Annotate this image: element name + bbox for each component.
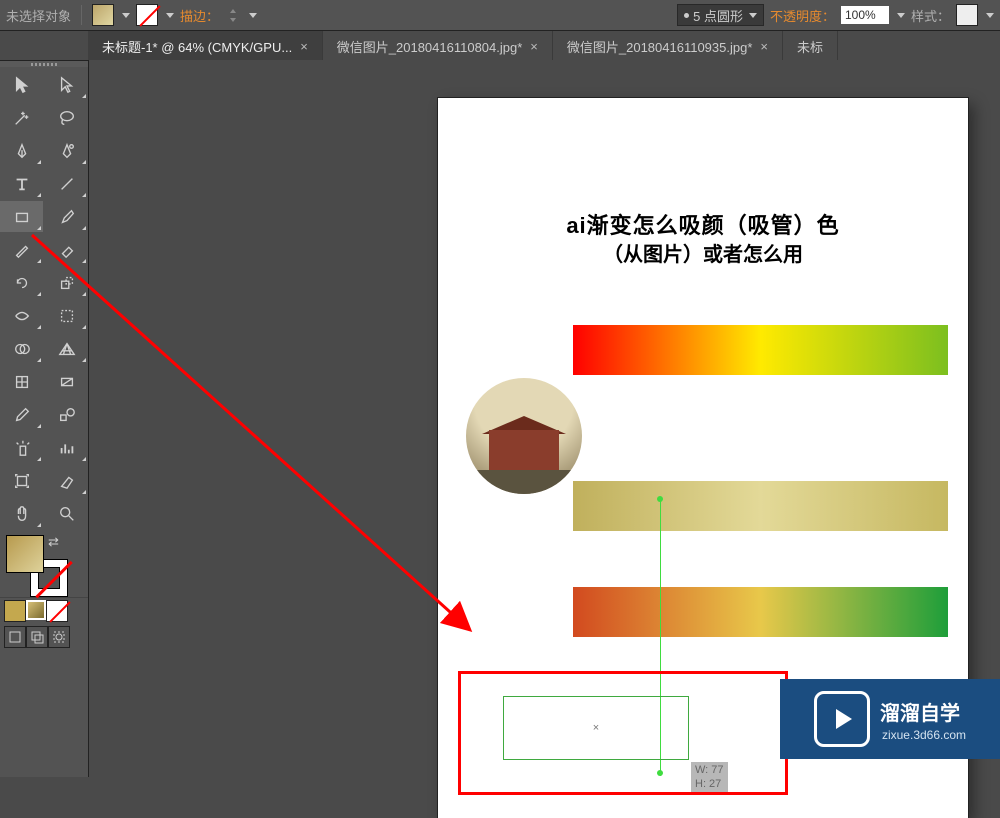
stroke-profile-select[interactable]: 5 点圆形 (677, 4, 764, 26)
opacity-dropdown-icon[interactable] (897, 13, 905, 18)
gradient-bar-1[interactable] (573, 325, 948, 375)
swap-fill-stroke-icon[interactable]: ⇄ (48, 534, 59, 550)
fill-stroke-control[interactable]: ⇄ (0, 531, 88, 597)
no-selection-label: 未选择对象 (6, 6, 71, 25)
dimension-height: H: 27 (695, 777, 724, 791)
tab-doc-2[interactable]: 微信图片_20180416110804.jpg* × (323, 31, 553, 61)
gradient-bar-2[interactable] (573, 481, 948, 531)
stroke-swatch[interactable] (136, 4, 158, 26)
lasso-tool[interactable] (45, 102, 88, 133)
type-tool[interactable] (0, 168, 43, 199)
stroke-weight-dropdown-icon[interactable] (249, 13, 257, 18)
drawing-rectangle[interactable]: × (503, 696, 689, 760)
dimension-hint: W: 77 H: 27 (691, 762, 728, 792)
fill-color-swatch[interactable] (6, 535, 44, 573)
color-mode-row (0, 597, 88, 624)
hand-tool[interactable] (0, 498, 43, 529)
stroke-dropdown-icon[interactable] (166, 13, 174, 18)
tab-close-icon[interactable]: × (300, 39, 308, 54)
scale-tool[interactable] (45, 267, 88, 298)
style-dropdown-icon[interactable] (986, 13, 994, 18)
workspace: ai渐变怎么吸颜（吸管）色 （从图片）或者怎么用 × W: 77 H: 27 (0, 60, 1000, 777)
width-tool[interactable] (0, 300, 43, 331)
tab-close-icon[interactable]: × (760, 39, 768, 54)
fill-swatch[interactable] (92, 4, 114, 26)
tab-close-icon[interactable]: × (530, 39, 538, 54)
tab-doc-1[interactable]: 未标题-1* @ 64% (CMYK/GPU... × (88, 31, 323, 61)
selection-tool[interactable] (0, 69, 43, 100)
tab-label: 微信图片_20180416110804.jpg* (337, 37, 523, 56)
pen-tool[interactable] (0, 135, 43, 166)
play-icon (814, 691, 870, 747)
curvature-tool[interactable] (45, 135, 88, 166)
tab-doc-4[interactable]: 未标 (783, 31, 838, 61)
draw-normal[interactable] (4, 626, 26, 648)
pencil-tool[interactable] (0, 234, 43, 265)
tab-label: 微信图片_20180416110935.jpg* (567, 37, 753, 56)
watermark-brand: 溜溜自学 (880, 697, 966, 726)
direct-selection-tool[interactable] (45, 69, 88, 100)
stroke-profile-dropdown-icon (749, 13, 757, 18)
opacity-label[interactable]: 不透明度： (770, 6, 835, 25)
opacity-input[interactable]: 100% (841, 6, 889, 24)
control-bar: 未选择对象 描边： 5 点圆形 不透明度： 100% 样式： (0, 0, 1000, 31)
style-label: 样式： (911, 6, 950, 25)
canvas-area[interactable]: ai渐变怎么吸颜（吸管）色 （从图片）或者怎么用 × W: 77 H: 27 (88, 60, 1000, 777)
separator (81, 5, 82, 25)
rectangle-tool[interactable] (0, 201, 43, 232)
opacity-value: 100% (845, 8, 876, 22)
tab-label: 未标题-1* @ 64% (CMYK/GPU... (102, 37, 292, 56)
eyedropper-tool[interactable] (0, 399, 43, 430)
stroke-label[interactable]: 描边： (180, 6, 219, 25)
line-segment-tool[interactable] (45, 168, 88, 199)
artwork-title-line2: （从图片）或者怎么用 (438, 238, 968, 267)
rect-center-marker-icon: × (593, 722, 599, 734)
stroke-profile-label: 5 点圆形 (693, 6, 743, 25)
draw-mode-row (0, 624, 88, 650)
gradient-tool[interactable] (45, 366, 88, 397)
magic-wand-tool[interactable] (0, 102, 43, 133)
column-graph-tool[interactable] (45, 432, 88, 463)
symbol-sprayer-tool[interactable] (0, 432, 43, 463)
artwork-title-line1: ai渐变怎么吸颜（吸管）色 (438, 208, 968, 240)
gradient-bar-3[interactable] (573, 587, 948, 637)
fill-dropdown-icon[interactable] (122, 13, 130, 18)
color-mode-gradient[interactable] (26, 600, 46, 620)
draw-inside[interactable] (48, 626, 70, 648)
blend-tool[interactable] (45, 399, 88, 430)
slice-tool[interactable] (45, 465, 88, 496)
color-mode-solid[interactable] (4, 600, 26, 622)
style-swatch[interactable] (956, 4, 978, 26)
dimension-width: W: 77 (695, 763, 724, 777)
mesh-tool[interactable] (0, 366, 43, 397)
shape-builder-tool[interactable] (0, 333, 43, 364)
color-mode-none[interactable] (46, 600, 68, 622)
stroke-weight-stepper[interactable] (225, 6, 241, 24)
tab-doc-3[interactable]: 微信图片_20180416110935.jpg* × (553, 31, 783, 61)
free-transform-tool[interactable] (45, 300, 88, 331)
document-tabs: 未标题-1* @ 64% (CMYK/GPU... × 微信图片_2018041… (88, 31, 1000, 62)
sample-image-circle[interactable] (466, 378, 582, 494)
stroke-dot-icon (684, 13, 689, 18)
zoom-tool[interactable] (45, 498, 88, 529)
tab-label: 未标 (797, 37, 823, 56)
paintbrush-tool[interactable] (45, 201, 88, 232)
watermark-badge: 溜溜自学 zixue.3d66.com (780, 679, 1000, 759)
tools-panel: ⇄ (0, 60, 89, 777)
eraser-tool[interactable] (45, 234, 88, 265)
watermark-url: zixue.3d66.com (882, 728, 966, 742)
artboard-tool[interactable] (0, 465, 43, 496)
draw-behind[interactable] (26, 626, 48, 648)
perspective-grid-tool[interactable] (45, 333, 88, 364)
rotate-tool[interactable] (0, 267, 43, 298)
smart-guide-anchor-icon (657, 496, 663, 502)
